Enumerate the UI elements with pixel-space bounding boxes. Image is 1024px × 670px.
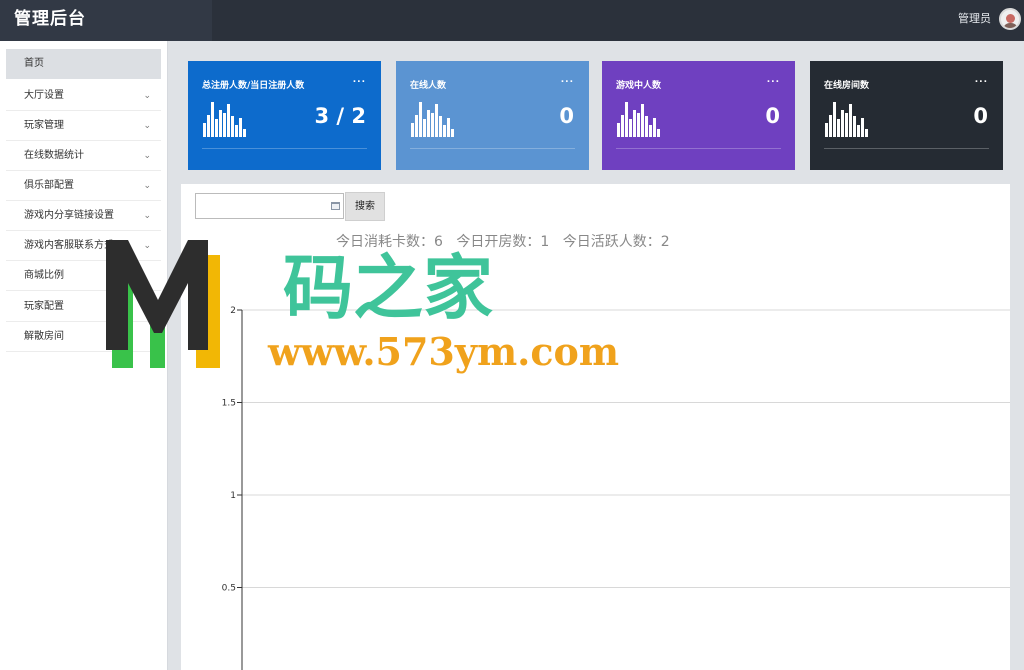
watermark-text-url: www.573ym.com [267,329,619,374]
watermark: 码之家 www.573ym.com [106,240,619,374]
watermark-text-cn: 码之家 [283,246,493,329]
watermark-logo [106,240,220,368]
